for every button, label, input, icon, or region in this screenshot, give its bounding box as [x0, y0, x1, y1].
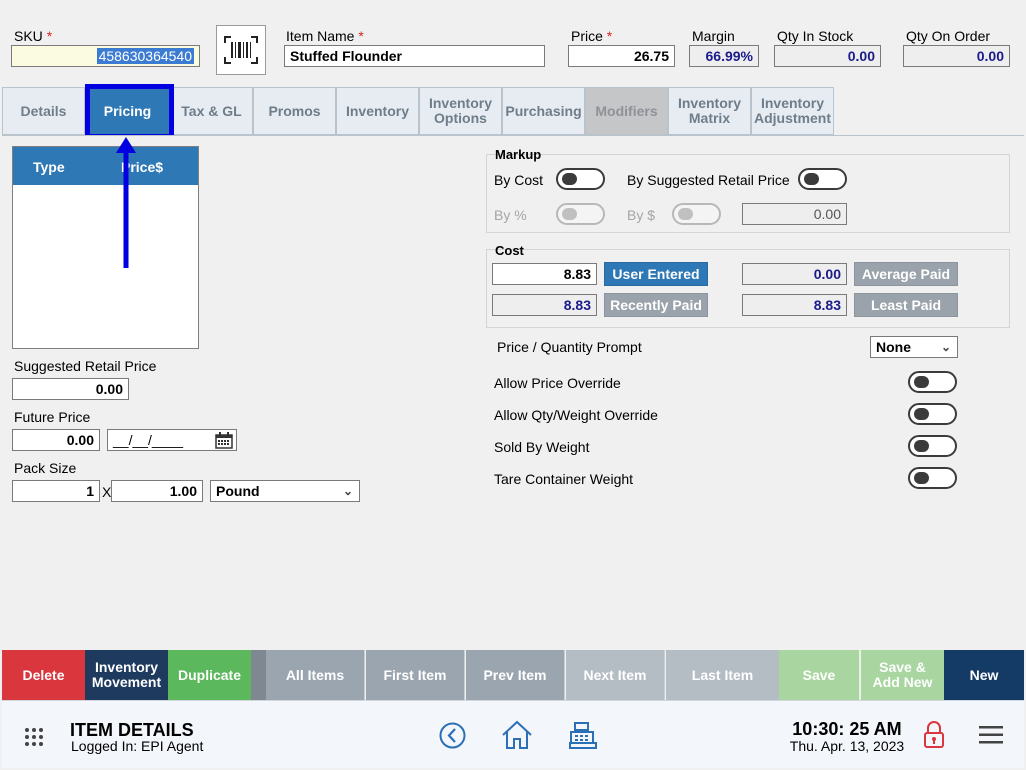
barcode-icon: [224, 36, 258, 64]
price-qty-prompt-value: None: [876, 339, 911, 355]
cash-register-icon[interactable]: [569, 722, 597, 749]
app-grid-icon[interactable]: [24, 727, 44, 747]
tab-inventory-adjustment[interactable]: Inventory Adjustment: [751, 87, 834, 135]
tab-purchasing[interactable]: Purchasing: [502, 87, 585, 135]
delete-button[interactable]: Delete: [2, 650, 85, 700]
tab-inventory-matrix[interactable]: Inventory Matrix: [668, 87, 751, 135]
clock-time: 10:30: 25 AM: [792, 719, 902, 739]
clock-date: Thu. Apr. 13, 2023: [789, 738, 905, 754]
sold-by-weight-toggle[interactable]: [908, 435, 957, 457]
by-dollar-toggle: [672, 203, 721, 225]
tare-container-weight-label: Tare Container Weight: [494, 471, 634, 487]
by-cost-toggle[interactable]: [556, 168, 605, 190]
prev-item-button[interactable]: Prev Item: [466, 650, 565, 700]
qty-in-stock-label: Qty In Stock: [777, 28, 854, 44]
qty-in-stock-field: 0.00: [774, 45, 881, 67]
price-label: Price *: [571, 28, 613, 44]
sku-field[interactable]: 458630364540: [11, 45, 200, 67]
recently-paid-field: 8.83: [492, 294, 597, 316]
pack-x-label: X: [102, 484, 112, 500]
future-date-value: __/__/____: [113, 432, 184, 448]
lock-icon[interactable]: [923, 721, 945, 749]
action-bar: Delete Inventory Movement Duplicate All …: [2, 650, 1024, 700]
item-name-label: Item Name *: [286, 28, 364, 44]
price-type-table[interactable]: Type Price$: [12, 146, 199, 349]
calendar-icon[interactable]: [215, 432, 233, 449]
pack-qty-field[interactable]: 1: [12, 480, 100, 502]
future-price-label: Future Price: [14, 409, 91, 425]
action-separator: [251, 650, 266, 700]
sold-by-weight-label: Sold By Weight: [494, 439, 590, 455]
qty-on-order-field: 0.00: [903, 45, 1010, 67]
chevron-down-icon: ⌄: [342, 484, 353, 498]
pack-unit-value: Pound: [216, 483, 260, 499]
cost-title: Cost: [495, 243, 524, 258]
tab-promos[interactable]: Promos: [253, 87, 336, 135]
back-circle-icon[interactable]: [439, 722, 466, 749]
average-paid-field: 0.00: [742, 263, 847, 285]
average-paid-button[interactable]: Average Paid: [854, 262, 958, 286]
future-price-field[interactable]: 0.00: [12, 429, 100, 451]
last-item-button: Last Item: [666, 650, 779, 700]
sku-label: SKU *: [14, 28, 53, 44]
tab-pricing[interactable]: Pricing: [85, 87, 170, 135]
by-srp-label: By Suggested Retail Price: [627, 172, 790, 188]
by-dollar-label: By $: [627, 207, 656, 223]
recently-paid-button[interactable]: Recently Paid: [604, 293, 708, 317]
price-qty-prompt-label: Price / Quantity Prompt: [497, 339, 642, 355]
user-entered-cost-field[interactable]: 8.83: [492, 263, 597, 285]
allow-qty-weight-override-toggle[interactable]: [908, 403, 957, 425]
by-pct-label: By %: [494, 207, 527, 223]
item-name-field[interactable]: Stuffed Flounder: [284, 45, 545, 67]
tab-tax-gl[interactable]: Tax & GL: [170, 87, 253, 135]
home-icon[interactable]: [501, 720, 533, 750]
allow-price-override-toggle[interactable]: [908, 371, 957, 393]
tab-modifiers: Modifiers: [585, 87, 668, 135]
pointer-arrow-icon: [116, 137, 136, 268]
price-qty-prompt-select[interactable]: None ⌄: [870, 336, 958, 358]
sku-value: 458630364540: [96, 48, 194, 64]
by-srp-toggle[interactable]: [798, 168, 847, 190]
save-add-new-button: Save & Add New: [861, 650, 944, 700]
logged-in-text: Logged In: EPI Agent: [71, 738, 204, 754]
future-date-field[interactable]: __/__/____: [107, 429, 237, 451]
allow-qty-weight-override-label: Allow Qty/Weight Override: [494, 407, 658, 423]
column-type: Type: [33, 159, 65, 175]
markup-value-field: 0.00: [742, 203, 847, 225]
pack-amount-field[interactable]: 1.00: [111, 480, 203, 502]
margin-field: 66.99%: [689, 45, 759, 67]
scan-barcode-button[interactable]: [216, 25, 266, 75]
qty-on-order-label: Qty On Order: [906, 28, 991, 44]
margin-label: Margin: [692, 28, 735, 44]
tab-inventory-options[interactable]: Inventory Options: [419, 87, 502, 135]
duplicate-button[interactable]: Duplicate: [168, 650, 251, 700]
new-button[interactable]: New: [944, 650, 1024, 700]
tab-details[interactable]: Details: [2, 87, 85, 135]
least-paid-field: 8.83: [742, 294, 847, 316]
least-paid-button[interactable]: Least Paid: [854, 293, 958, 317]
table-header: Type Price$: [13, 147, 198, 185]
markup-title: Markup: [495, 147, 542, 162]
item-header: SKU * 458630364540 Item Name * Stuffed F…: [0, 0, 1026, 88]
tab-inventory[interactable]: Inventory: [336, 87, 419, 135]
allow-price-override-label: Allow Price Override: [494, 375, 621, 391]
bottom-bar: ITEM DETAILS Logged In: EPI Agent 10:30:…: [2, 700, 1024, 768]
first-item-button[interactable]: First Item: [366, 650, 465, 700]
chevron-down-icon: ⌄: [940, 340, 951, 354]
price-field[interactable]: 26.75: [568, 45, 675, 67]
by-pct-toggle: [556, 203, 605, 225]
pack-size-label: Pack Size: [14, 460, 77, 476]
save-button: Save: [779, 650, 860, 700]
by-cost-label: By Cost: [494, 172, 544, 188]
hamburger-menu-icon[interactable]: [979, 726, 1003, 744]
suggested-retail-label: Suggested Retail Price: [14, 358, 157, 374]
suggested-retail-field[interactable]: 0.00: [12, 378, 129, 400]
tare-container-weight-toggle[interactable]: [908, 467, 957, 489]
user-entered-button[interactable]: User Entered: [604, 262, 708, 286]
pack-unit-select[interactable]: Pound ⌄: [210, 480, 360, 502]
next-item-button: Next Item: [566, 650, 665, 700]
inventory-movement-button[interactable]: Inventory Movement: [85, 650, 168, 700]
all-items-button[interactable]: All Items: [266, 650, 365, 700]
